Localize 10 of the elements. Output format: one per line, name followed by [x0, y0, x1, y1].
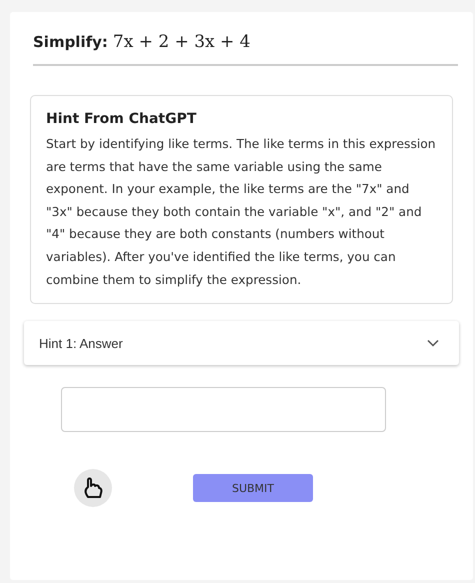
problem-label: Simplify:	[33, 33, 108, 51]
hand-pointer-icon[interactable]	[74, 469, 112, 508]
submit-button[interactable]: SUBMIT	[193, 474, 313, 502]
math-expression: 7x + 2 + 3x + 4	[112, 32, 250, 52]
answer-field[interactable]	[61, 387, 386, 432]
chevron-icon	[427, 339, 439, 348]
hint-text: Start by identifying like terms. The like terms in this expression are terms that have the same variable using the same exponent. In your example, the like terms are the "7x" and "3x" because they both contain the variable "x", and "2" and "4" because they are both constants (numbers without variables). After you've identified the like terms, you can combine them to simplify the expression.	[46, 136, 437, 289]
accordion-label: Hint 1: Answer	[39, 336, 123, 351]
hint-title: Hint From ChatGPT	[46, 111, 198, 127]
hint-accordion[interactable]: Hint 1: Answer	[24, 321, 459, 366]
